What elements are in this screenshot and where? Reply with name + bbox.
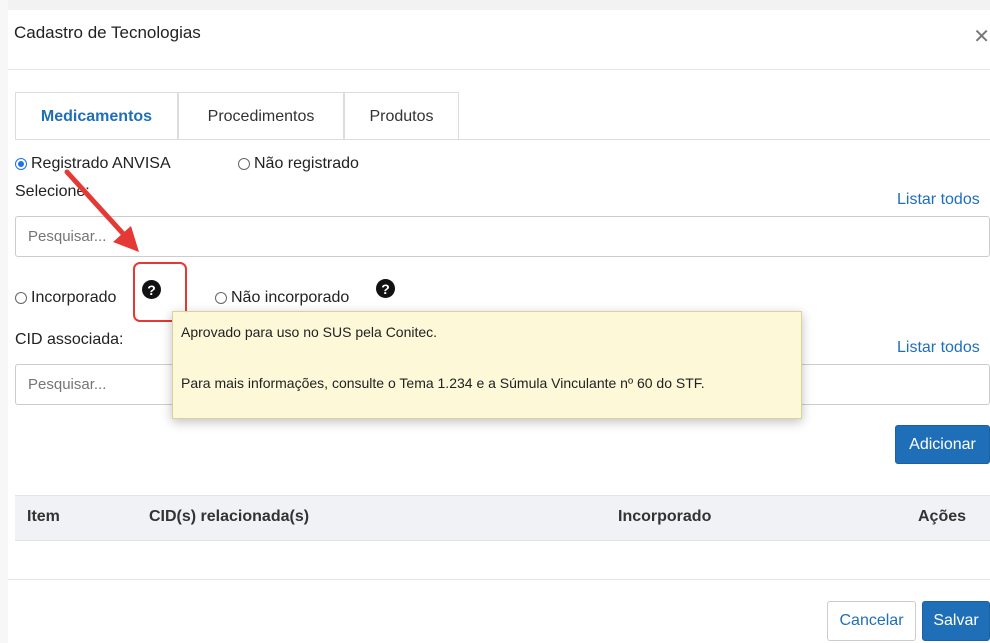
radio-checked-icon — [15, 158, 27, 170]
modal-title: Cadastro de Tecnologias — [14, 23, 201, 42]
table-header: Item CID(s) relacionada(s) Incorporado A… — [15, 495, 990, 541]
tab-procedimentos[interactable]: Procedimentos — [178, 92, 344, 140]
radio-incorporado[interactable]: Incorporado — [15, 289, 116, 307]
search-field[interactable] — [16, 217, 989, 256]
tab-produtos[interactable]: Produtos — [344, 92, 459, 140]
column-header: Item — [27, 508, 60, 525]
modal-header: Cadastro de Tecnologias ✕ — [8, 10, 990, 70]
radio-nao-registrado[interactable]: Não registrado — [238, 155, 359, 173]
search-input-medicamento[interactable] — [15, 216, 990, 257]
footer-divider — [8, 579, 990, 580]
listar-todos-link[interactable]: Listar todos — [897, 191, 980, 209]
close-icon[interactable]: ✕ — [973, 24, 990, 49]
column-header: Incorporado — [618, 508, 712, 525]
adicionar-button[interactable]: Adicionar — [895, 425, 990, 464]
window-frame-left — [0, 0, 8, 643]
column-header: Ações — [918, 508, 967, 525]
save-button[interactable]: Salvar — [922, 601, 990, 641]
radio-unchecked-icon — [15, 292, 27, 304]
cid-label: CID associada: — [15, 331, 124, 348]
radio-unchecked-icon — [238, 158, 250, 170]
window-frame-top — [0, 0, 990, 10]
radio-unchecked-icon — [215, 292, 227, 304]
radio-label: Incorporado — [31, 289, 117, 306]
question-circle-icon[interactable]: ? — [376, 279, 395, 298]
tooltip-line-1: Aprovado para uso no SUS pela Conitec. — [181, 324, 438, 340]
tooltip: Aprovado para uso no SUS pela Conitec. P… — [172, 311, 802, 419]
radio-nao-incorporado[interactable]: Não incorporado — [215, 289, 349, 307]
radio-label: Não incorporado — [231, 289, 350, 306]
radio-label: Não registrado — [254, 155, 359, 172]
tab-divider — [15, 139, 990, 140]
cancel-button[interactable]: Cancelar — [827, 601, 916, 641]
column-header: CID(s) relacionada(s) — [149, 508, 310, 525]
listar-todos-cid-link[interactable]: Listar todos — [897, 339, 980, 357]
tab-medicamentos[interactable]: Medicamentos — [15, 92, 178, 140]
tooltip-line-2: Para mais informações, consulte o Tema 1… — [181, 375, 705, 391]
red-arrow-icon — [64, 169, 139, 252]
